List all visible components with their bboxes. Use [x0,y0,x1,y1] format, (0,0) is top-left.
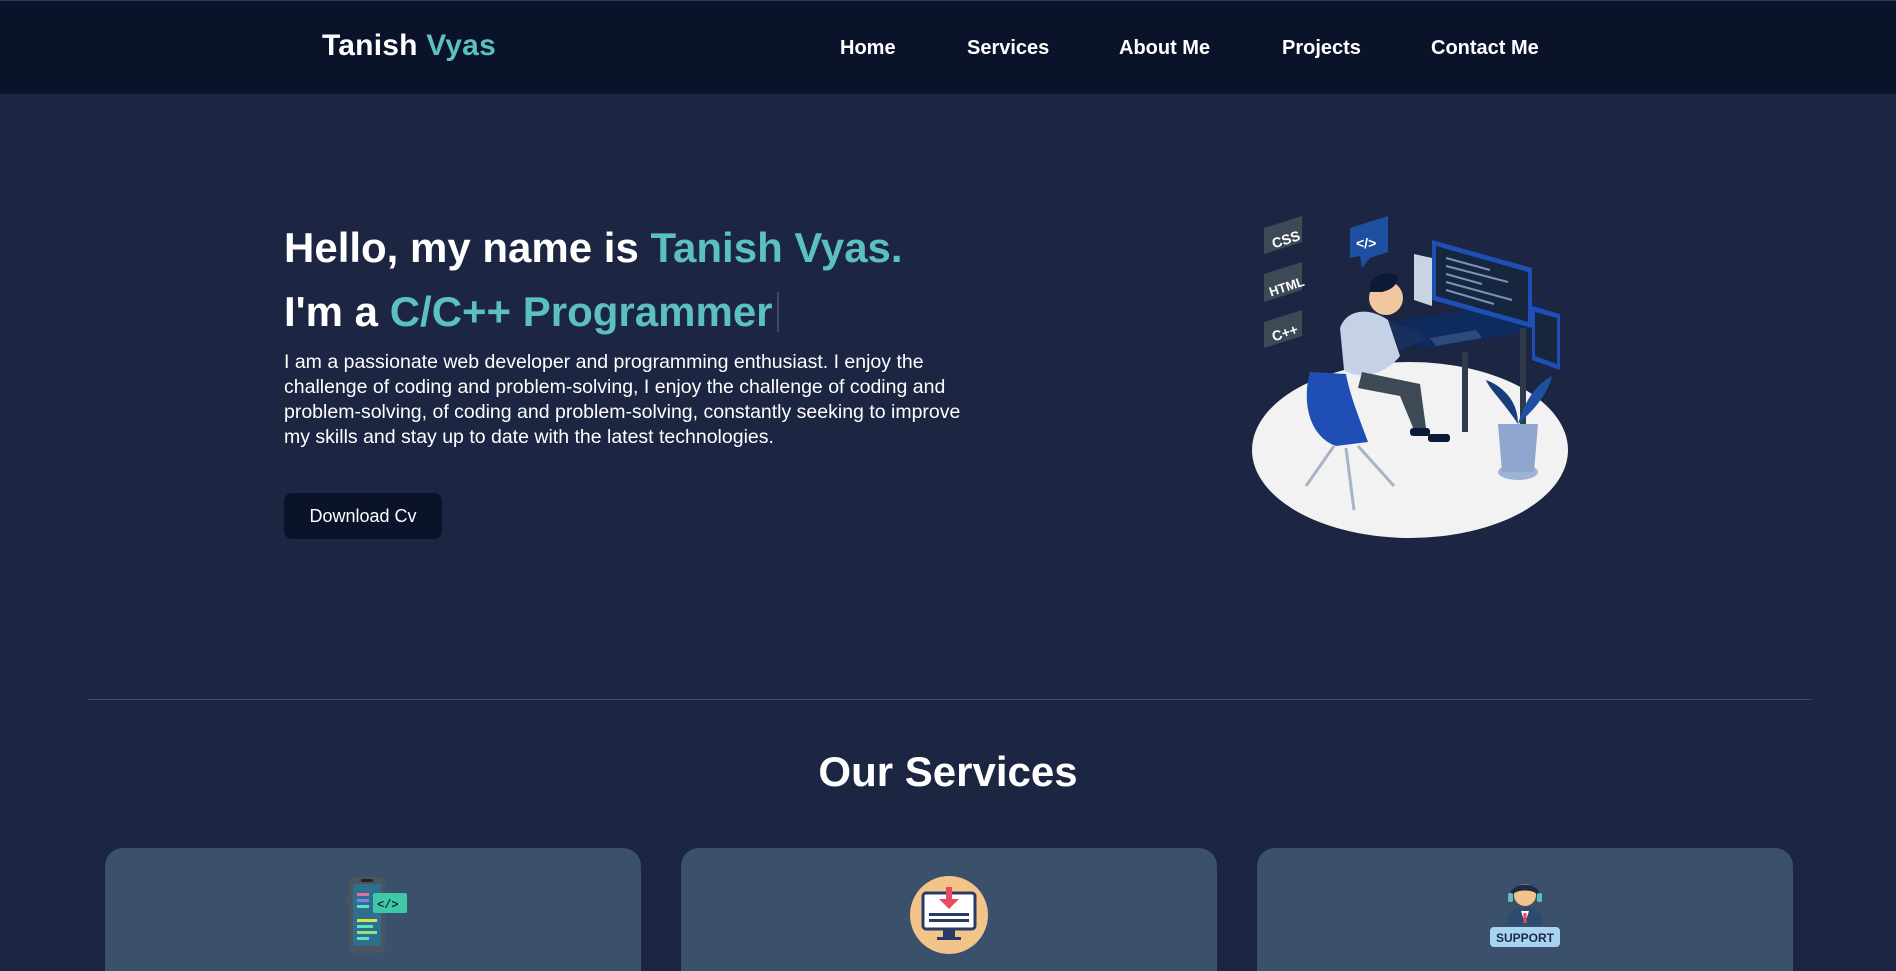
svg-text:</>: </> [377,898,399,912]
nav-link-contact[interactable]: Contact Me [1431,37,1539,60]
section-divider [88,699,1812,700]
brand-logo[interactable]: Tanish Vyas [322,29,496,63]
code-bubble-icon: </> [1350,216,1388,268]
nav-link-projects[interactable]: Projects [1282,37,1361,60]
hero-greeting: Hello, my name is Tanish Vyas. [284,222,903,274]
role-value: C/C++ Programmer [389,288,773,335]
mobile-code-icon: </> [345,877,407,953]
greeting-name: Tanish Vyas. [650,224,903,271]
illus-tag-code: </> [1356,235,1376,251]
typing-cursor [776,292,779,332]
html-tag-icon: HTML [1264,262,1306,302]
programmer-illustration: CSS HTML C++ </> [1252,216,1568,538]
cpp-tag-icon: C++ [1264,310,1302,348]
greeting-prefix: Hello, my name is [284,224,651,271]
service-card-3[interactable]: SUPPORT [1257,848,1793,971]
hero-description: I am a passionate web developer and prog… [284,351,961,448]
nav-link-services[interactable]: Services [967,37,1049,60]
role-prefix: I'm a [284,288,390,335]
hero-role: I'm a C/C++ Programmer [284,286,779,338]
brand-last-name: Vyas [426,29,496,62]
nav-link-about[interactable]: About Me [1119,37,1210,60]
services-title: Our Services [818,748,1078,795]
service-card-2[interactable] [681,848,1217,971]
support-badge-text: SUPPORT [1496,931,1555,945]
brand-first-name: Tanish [322,29,418,62]
support-agent-icon: SUPPORT [1490,884,1560,947]
navbar: Tanish Vyas Home Services About Me Proje… [0,0,1896,94]
service-card-1[interactable]: </> [105,848,641,971]
download-monitor-icon [910,876,988,954]
nav-link-home[interactable]: Home [840,37,896,60]
css-tag-icon: CSS [1264,216,1302,254]
download-cv-button[interactable]: Download Cv [284,493,442,539]
